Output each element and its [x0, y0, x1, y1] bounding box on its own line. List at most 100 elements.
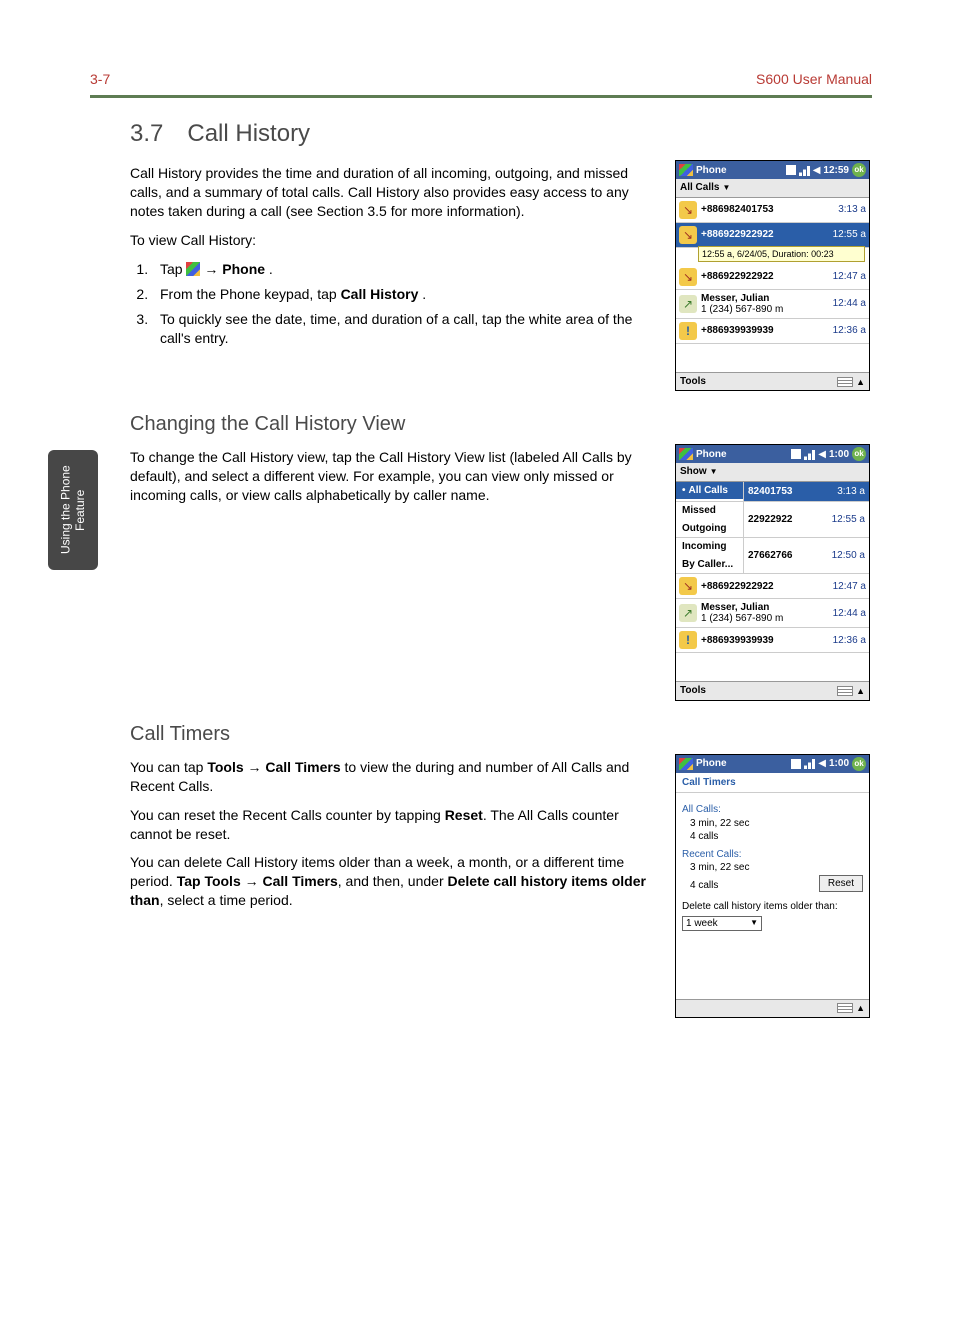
- step-3: To quickly see the date, time, and durat…: [152, 310, 650, 348]
- incoming-call-icon: ↘: [679, 577, 697, 595]
- call-row[interactable]: ↗ Messer, Julian 1 (234) 567-890 m 12:44…: [676, 599, 869, 628]
- signal-icon: [804, 758, 815, 769]
- dropdown-arrow-icon: ▼: [750, 918, 758, 929]
- all-calls-duration: 3 min, 22 sec: [690, 817, 863, 831]
- signal-icon: [804, 449, 815, 460]
- recent-calls-duration: 3 min, 22 sec: [690, 861, 863, 875]
- view-missed[interactable]: Missed: [676, 502, 743, 520]
- ok-button[interactable]: ok: [852, 447, 866, 461]
- recent-calls-count: 4 calls: [690, 879, 718, 893]
- call-row[interactable]: ↘ +886982401753 3:13 a: [676, 198, 869, 223]
- call-detail-tooltip: 12:55 a, 6/24/05, Duration: 00:23: [698, 246, 865, 262]
- view-menu: •All Calls 82401753 3:13 a Missed Outgoi…: [676, 482, 869, 575]
- subsection-title-view: Changing the Call History View: [130, 411, 872, 438]
- call-row[interactable]: ↘ +886922922922 12:47 a: [676, 574, 869, 599]
- call-row[interactable]: ! +886939939939 12:36 a: [676, 319, 869, 344]
- sip-arrow-icon[interactable]: ▲: [856, 1002, 865, 1014]
- dropdown-arrow-icon: ▼: [710, 467, 718, 478]
- section-title: 3.7 Call History: [130, 118, 872, 150]
- outgoing-call-icon: ↗: [679, 295, 697, 313]
- view-selector[interactable]: Show ▼: [676, 463, 869, 482]
- changing-view-text: To change the Call History view, tap the…: [130, 448, 650, 505]
- subsection-title-timers: Call Timers: [130, 721, 872, 748]
- tools-menu[interactable]: Tools: [680, 684, 706, 698]
- call-row[interactable]: ↘ +886922922922 12:47 a: [676, 265, 869, 290]
- titlebar: Phone ◀ 1:00 ok: [676, 755, 869, 773]
- command-bar: ▲: [676, 999, 869, 1016]
- app-title: Phone: [696, 448, 727, 462]
- call-list: ↘ +886982401753 3:13 a ↘ +886922922922 1…: [676, 198, 869, 372]
- reset-button[interactable]: Reset: [819, 875, 863, 893]
- screenshot-call-history: Phone ◀ 12:59 ok All Calls ▼: [675, 160, 870, 391]
- call-row-partial[interactable]: 27662766 12:50 a: [744, 538, 869, 573]
- dropdown-arrow-icon: ▼: [722, 183, 730, 194]
- delete-older-label: Delete call history items older than:: [682, 900, 863, 914]
- titlebar: Phone ◀ 12:59 ok: [676, 161, 869, 179]
- chapter-tab: Using the Phone Feature: [48, 450, 98, 570]
- clock: 1:00: [829, 448, 849, 462]
- clock: 1:00: [829, 757, 849, 771]
- titlebar: Phone ◀ 1:00 ok: [676, 445, 869, 463]
- step-2: From the Phone keypad, tap Call History …: [152, 285, 650, 304]
- call-row-selected[interactable]: ↘ +886922922922 12:55 a: [676, 223, 869, 248]
- step-1: Tap → Phone .: [152, 260, 650, 279]
- section-number: 3.7: [130, 118, 163, 150]
- page-number: 3-7: [90, 70, 110, 89]
- page-header: 3-7 S600 User Manual: [90, 70, 872, 98]
- sip-keyboard-icon[interactable]: [837, 1003, 853, 1013]
- view-incoming[interactable]: Incoming: [676, 538, 743, 556]
- call-row-partial[interactable]: 82401753 3:13 a: [744, 482, 869, 502]
- steps-list: Tap → Phone . From the Phone keypad, tap…: [130, 260, 650, 348]
- call-row-partial[interactable]: 22922922 12:55 a: [744, 502, 869, 537]
- command-bar: Tools ▲: [676, 372, 869, 391]
- app-title: Phone: [696, 164, 727, 178]
- command-bar: Tools ▲: [676, 681, 869, 700]
- view-by-caller[interactable]: By Caller...: [676, 556, 743, 574]
- outgoing-call-icon: ↗: [679, 604, 697, 622]
- view-call-history-lead: To view Call History:: [130, 231, 650, 250]
- screen-title: Call Timers: [676, 773, 869, 794]
- view-outgoing[interactable]: Outgoing: [676, 520, 743, 538]
- start-menu-icon[interactable]: [679, 164, 693, 176]
- connectivity-icon: [786, 165, 796, 175]
- clock: 12:59: [823, 164, 849, 178]
- call-row[interactable]: ↗ Messer, Julian 1 (234) 567-890 m 12:44…: [676, 290, 869, 319]
- sip-arrow-icon[interactable]: ▲: [856, 376, 865, 388]
- connectivity-icon: [791, 759, 801, 769]
- start-icon: [186, 262, 200, 276]
- all-calls-label: All Calls:: [682, 803, 863, 817]
- tools-menu[interactable]: Tools: [680, 375, 706, 389]
- sip-keyboard-icon[interactable]: [837, 377, 853, 387]
- missed-call-icon: !: [679, 631, 697, 649]
- connectivity-icon: [791, 449, 801, 459]
- incoming-call-icon: ↘: [679, 201, 697, 219]
- timers-p2: You can reset the Recent Calls counter b…: [130, 806, 650, 844]
- timers-p3: You can delete Call History items older …: [130, 853, 650, 910]
- recent-calls-label: Recent Calls:: [682, 848, 863, 862]
- ok-button[interactable]: ok: [852, 757, 866, 771]
- call-row[interactable]: ! +886939939939 12:36 a: [676, 628, 869, 653]
- timers-p1: You can tap Tools → Call Timers to view …: [130, 758, 650, 796]
- view-selector[interactable]: All Calls ▼: [676, 179, 869, 198]
- volume-icon: ◀: [818, 757, 826, 771]
- view-all-calls[interactable]: •All Calls: [676, 482, 743, 500]
- section-intro: Call History provides the time and durat…: [130, 164, 650, 221]
- screenshot-call-timers: Phone ◀ 1:00 ok Call Timers All Calls:: [675, 754, 870, 1018]
- delete-period-select[interactable]: 1 week ▼: [682, 916, 762, 932]
- screenshot-view-menu: Phone ◀ 1:00 ok Show ▼: [675, 444, 870, 701]
- volume-icon: ◀: [818, 448, 826, 462]
- incoming-call-icon: ↘: [679, 268, 697, 286]
- missed-call-icon: !: [679, 322, 697, 340]
- volume-icon: ◀: [813, 164, 821, 178]
- start-menu-icon[interactable]: [679, 758, 693, 770]
- sip-arrow-icon[interactable]: ▲: [856, 685, 865, 697]
- app-title: Phone: [696, 757, 727, 771]
- manual-title: S600 User Manual: [756, 70, 872, 89]
- incoming-call-icon: ↘: [679, 226, 697, 244]
- all-calls-count: 4 calls: [690, 830, 863, 844]
- section-name: Call History: [187, 118, 310, 150]
- sip-keyboard-icon[interactable]: [837, 686, 853, 696]
- signal-icon: [799, 165, 810, 176]
- start-menu-icon[interactable]: [679, 448, 693, 460]
- ok-button[interactable]: ok: [852, 163, 866, 177]
